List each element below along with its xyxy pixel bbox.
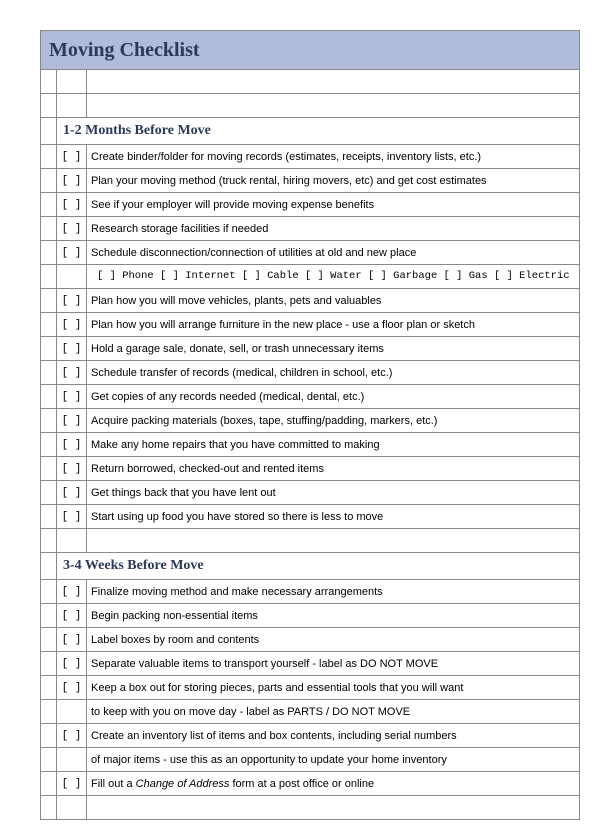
gutter-cell	[41, 457, 57, 481]
checkbox[interactable]: [ ]	[57, 193, 87, 217]
checkbox[interactable]: [ ]	[57, 604, 87, 628]
checklist-item: Separate valuable items to transport you…	[87, 652, 580, 676]
checkbox[interactable]: [ ]	[57, 628, 87, 652]
empty-check	[57, 700, 87, 724]
checklist-item: Fill out a Change of Address form at a p…	[87, 772, 580, 796]
checkbox[interactable]: [ ]	[57, 241, 87, 265]
checklist-item: Plan your moving method (truck rental, h…	[87, 169, 580, 193]
gutter-cell	[41, 169, 57, 193]
section-heading: 1-2 Months Before Move	[57, 118, 580, 145]
checkbox[interactable]: [ ]	[57, 289, 87, 313]
gutter-cell	[41, 652, 57, 676]
spacer-cell	[87, 529, 580, 553]
checklist-item: Plan how you will arrange furniture in t…	[87, 313, 580, 337]
checklist-item: See if your employer will provide moving…	[87, 193, 580, 217]
checklist-item: Keep a box out for storing pieces, parts…	[87, 676, 580, 700]
checklist-sub-options[interactable]: [ ] Phone [ ] Internet [ ] Cable [ ] Wat…	[87, 265, 580, 289]
checklist-item: Begin packing non-essential items	[87, 604, 580, 628]
checkbox[interactable]: [ ]	[57, 676, 87, 700]
gutter-cell	[41, 409, 57, 433]
checklist-item: Research storage facilities if needed	[87, 217, 580, 241]
gutter-cell	[41, 193, 57, 217]
checklist-item: Finalize moving method and make necessar…	[87, 580, 580, 604]
checkbox[interactable]: [ ]	[57, 409, 87, 433]
checkbox[interactable]: [ ]	[57, 169, 87, 193]
gutter-cell	[41, 241, 57, 265]
spacer-cell	[41, 796, 57, 820]
gutter-cell	[41, 145, 57, 169]
checkbox[interactable]: [ ]	[57, 481, 87, 505]
spacer-cell	[87, 70, 580, 94]
checklist-item: Create binder/folder for moving records …	[87, 145, 580, 169]
checklist-item: Get copies of any records needed (medica…	[87, 385, 580, 409]
gutter-cell	[41, 313, 57, 337]
checkbox[interactable]: [ ]	[57, 217, 87, 241]
checkbox[interactable]: [ ]	[57, 580, 87, 604]
spacer-cell	[87, 796, 580, 820]
gutter-cell	[41, 580, 57, 604]
gutter-cell	[41, 118, 57, 145]
gutter-cell	[41, 481, 57, 505]
checklist-item: Create an inventory list of items and bo…	[87, 724, 580, 748]
checkbox[interactable]: [ ]	[57, 313, 87, 337]
checklist-item: Acquire packing materials (boxes, tape, …	[87, 409, 580, 433]
gutter-cell	[41, 361, 57, 385]
spacer-cell	[41, 529, 57, 553]
gutter-cell	[41, 505, 57, 529]
checkbox[interactable]: [ ]	[57, 772, 87, 796]
gutter-cell	[41, 724, 57, 748]
checkbox[interactable]: [ ]	[57, 145, 87, 169]
gutter-cell	[41, 553, 57, 580]
empty-check	[57, 265, 87, 289]
gutter-cell	[41, 700, 57, 724]
page-title: Moving Checklist	[41, 31, 580, 70]
gutter-cell	[41, 217, 57, 241]
checklist-item-continuation: of major items - use this as an opportun…	[87, 748, 580, 772]
gutter-cell	[41, 676, 57, 700]
spacer-cell	[57, 529, 87, 553]
checklist-item: Label boxes by room and contents	[87, 628, 580, 652]
spacer-cell	[57, 70, 87, 94]
checklist-item: Return borrowed, checked-out and rented …	[87, 457, 580, 481]
checklist-item: Start using up food you have stored so t…	[87, 505, 580, 529]
checkbox[interactable]: [ ]	[57, 724, 87, 748]
checkbox[interactable]: [ ]	[57, 361, 87, 385]
checklist-item: Schedule disconnection/connection of uti…	[87, 241, 580, 265]
checklist-item: Hold a garage sale, donate, sell, or tra…	[87, 337, 580, 361]
checklist-table: Moving Checklist1-2 Months Before Move[ …	[40, 30, 580, 820]
gutter-cell	[41, 433, 57, 457]
checklist-item-continuation: to keep with you on move day - label as …	[87, 700, 580, 724]
section-heading: 3-4 Weeks Before Move	[57, 553, 580, 580]
checkbox[interactable]: [ ]	[57, 433, 87, 457]
spacer-cell	[87, 94, 580, 118]
checkbox[interactable]: [ ]	[57, 505, 87, 529]
spacer-cell	[57, 94, 87, 118]
checkbox[interactable]: [ ]	[57, 385, 87, 409]
checklist-item: Get things back that you have lent out	[87, 481, 580, 505]
gutter-cell	[41, 772, 57, 796]
gutter-cell	[41, 628, 57, 652]
checkbox[interactable]: [ ]	[57, 337, 87, 361]
gutter-cell	[41, 289, 57, 313]
checkbox[interactable]: [ ]	[57, 652, 87, 676]
spacer-cell	[41, 94, 57, 118]
spacer-cell	[57, 796, 87, 820]
gutter-cell	[41, 337, 57, 361]
checklist-item: Schedule transfer of records (medical, c…	[87, 361, 580, 385]
empty-check	[57, 748, 87, 772]
checklist-item: Make any home repairs that you have comm…	[87, 433, 580, 457]
gutter-cell	[41, 265, 57, 289]
gutter-cell	[41, 385, 57, 409]
checkbox[interactable]: [ ]	[57, 457, 87, 481]
gutter-cell	[41, 604, 57, 628]
gutter-cell	[41, 748, 57, 772]
spacer-cell	[41, 70, 57, 94]
checklist-item: Plan how you will move vehicles, plants,…	[87, 289, 580, 313]
